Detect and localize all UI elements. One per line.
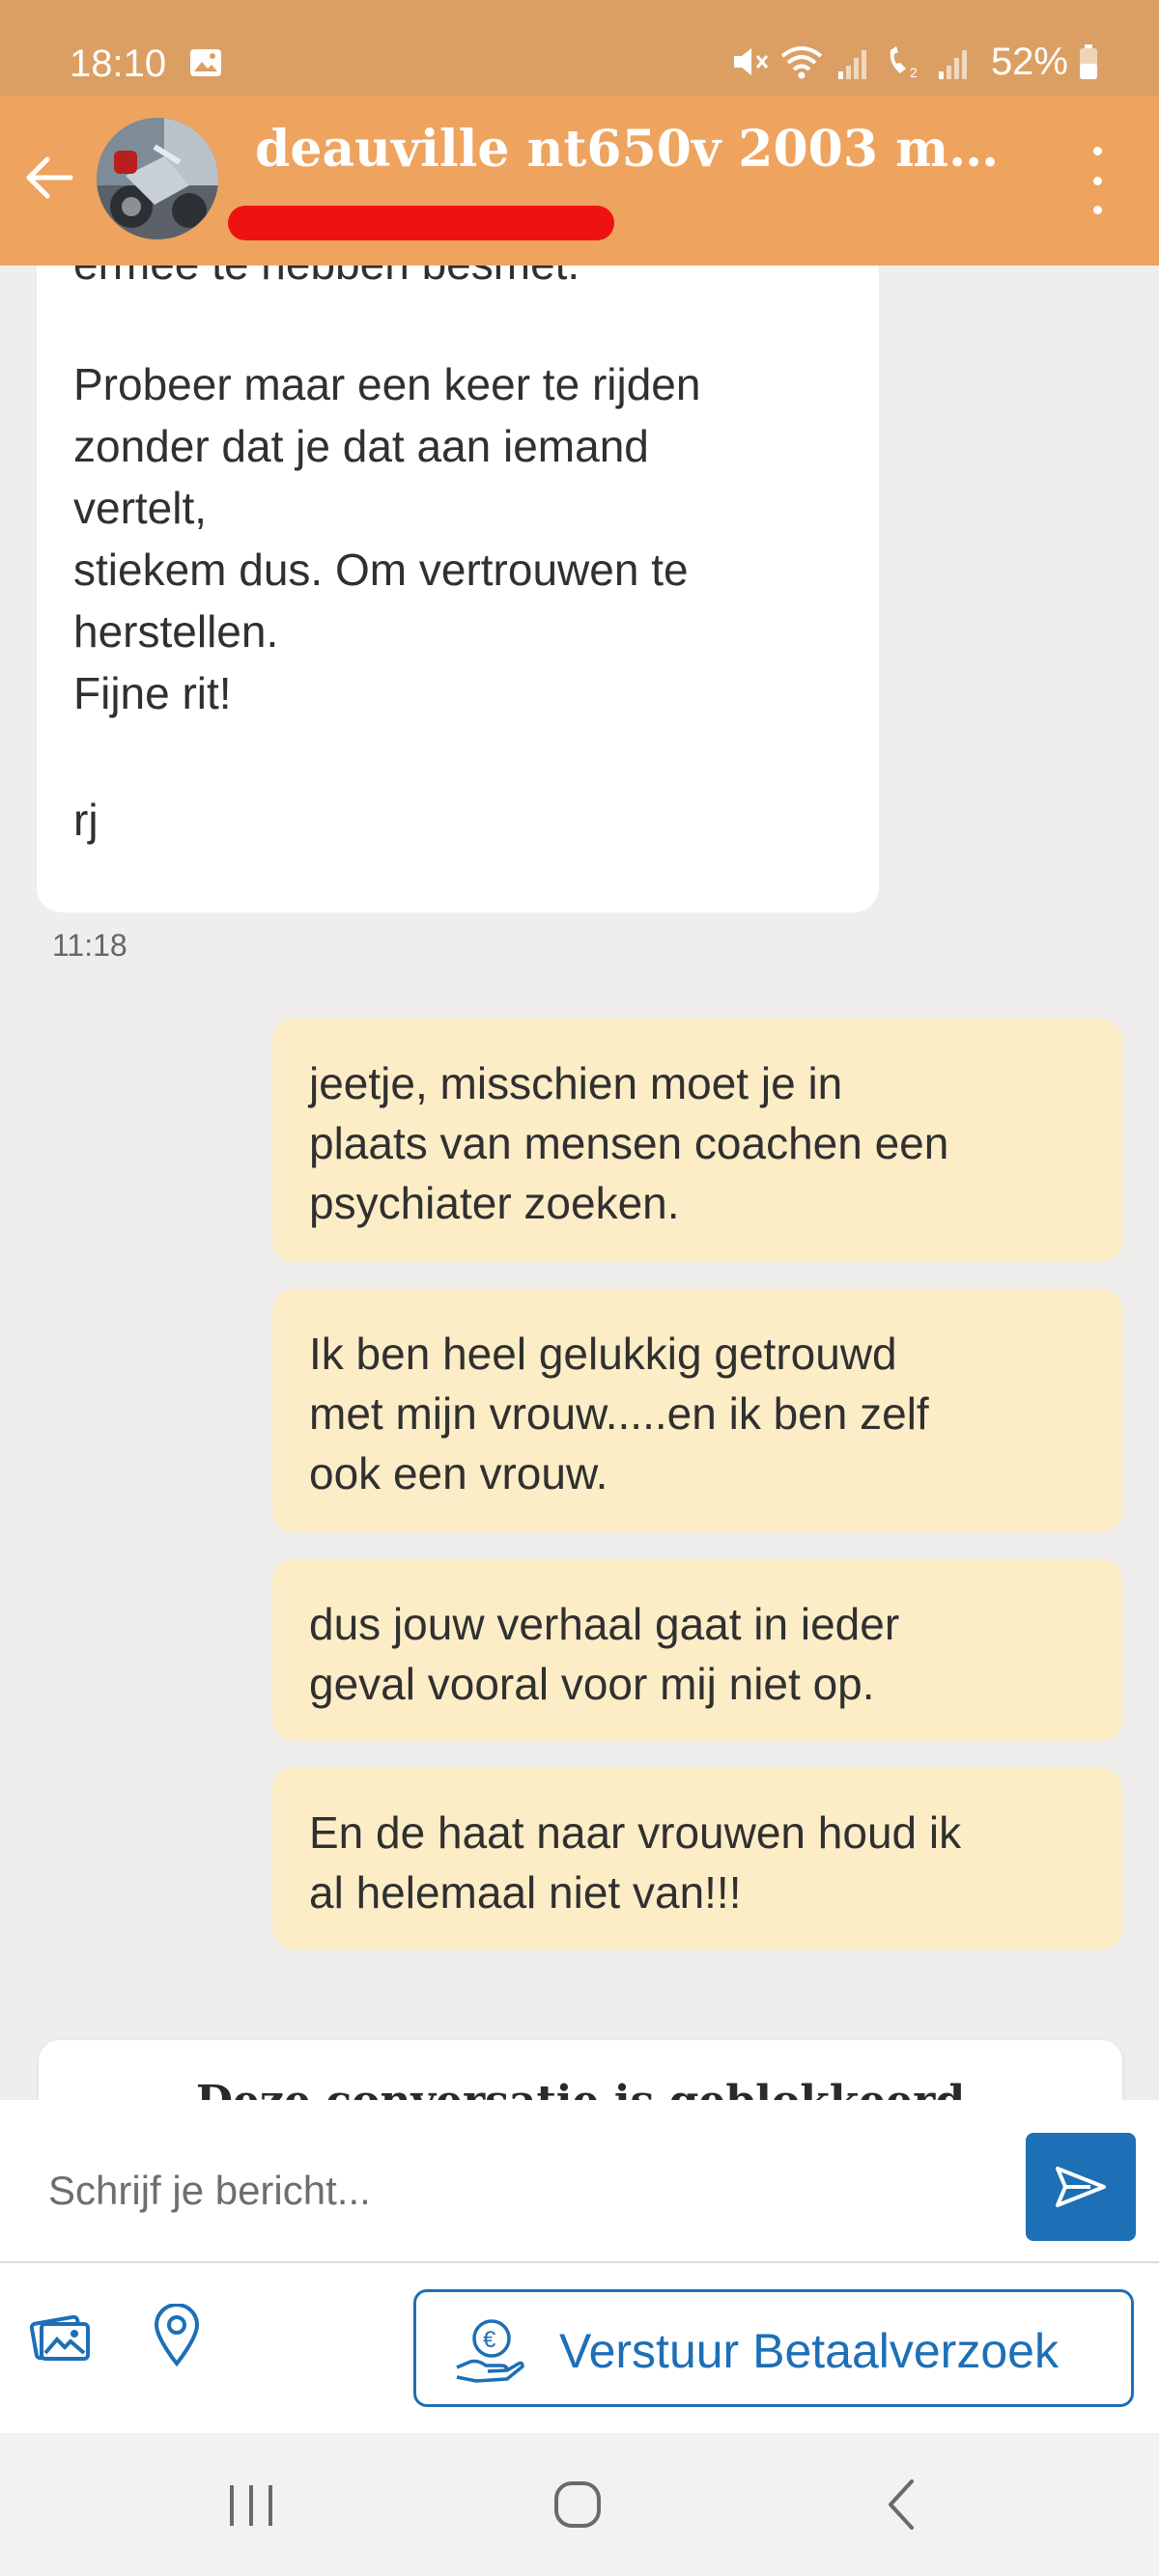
battery-percent: 52% xyxy=(990,40,1068,83)
home-icon[interactable] xyxy=(551,2478,605,2532)
mute-icon xyxy=(733,48,769,75)
svg-text:€: € xyxy=(483,2327,496,2353)
share-location-button[interactable] xyxy=(145,2297,209,2374)
send-button[interactable] xyxy=(1026,2133,1136,2241)
gallery-notification-icon xyxy=(190,49,221,76)
location-pin-icon xyxy=(154,2304,200,2367)
battery-icon xyxy=(1080,44,1097,79)
divider xyxy=(0,2261,1159,2263)
back-arrow-icon xyxy=(26,156,73,199)
wifi-call-icon: 2 xyxy=(890,46,918,80)
outgoing-message-text: En de haat naar vrouwen houd ik al helem… xyxy=(309,1807,962,1918)
payment-request-button[interactable]: € Verstuur Betaalverzoek xyxy=(413,2289,1134,2407)
nav-back-icon[interactable] xyxy=(881,2476,919,2534)
message-input[interactable]: Schrijf je bericht... xyxy=(48,2168,371,2214)
svg-text:2: 2 xyxy=(910,65,918,80)
incoming-message-top-line: ermee te hebben besmet. xyxy=(73,266,580,294)
status-bar: 18:10 2 52% xyxy=(0,0,1159,97)
signal-icon-2 xyxy=(938,50,967,79)
back-button[interactable] xyxy=(15,139,83,216)
incoming-message: ermee te hebben besmet. Probeer maar een… xyxy=(37,266,879,912)
blocked-notice-text: Deze conversatie is geblokkeerd xyxy=(196,2077,965,2100)
outgoing-message: dus jouw verhaal gaat in ieder geval voo… xyxy=(272,1559,1122,1741)
outgoing-message: En de haat naar vrouwen houd ik al helem… xyxy=(272,1768,1122,1949)
outgoing-message: jeetje, misschien moet je in plaats van … xyxy=(272,1019,1122,1262)
incoming-message-signature: rj xyxy=(73,795,99,845)
status-time: 18:10 xyxy=(70,42,167,85)
system-nav-bar xyxy=(0,2433,1159,2576)
payment-request-label: Verstuur Betaalverzoek xyxy=(559,2324,1059,2378)
incoming-message-body: Probeer maar een keer te rijden zonder d… xyxy=(73,359,701,718)
outgoing-message-text: jeetje, misschien moet je in plaats van … xyxy=(309,1058,949,1228)
composer: Schrijf je bericht... € Verstuur Betaalv… xyxy=(0,2100,1159,2433)
motorcycle-photo xyxy=(97,118,218,239)
blocked-notice: Deze conversatie is geblokkeerd xyxy=(39,2040,1122,2100)
conversation-title[interactable]: deauville nt650v 2003 mo... xyxy=(255,120,1008,179)
chat-header: deauville nt650v 2003 mo... xyxy=(0,97,1159,266)
add-photo-button[interactable] xyxy=(27,2303,95,2370)
message-timestamp: 11:18 xyxy=(52,928,127,963)
outgoing-message-text: dus jouw verhaal gaat in ieder geval voo… xyxy=(309,1599,900,1709)
outgoing-message-text: Ik ben heel gelukkig getrouwd met mijn v… xyxy=(309,1329,929,1498)
redaction-mark xyxy=(228,206,614,240)
photos-icon xyxy=(30,2314,90,2361)
more-vert-icon[interactable] xyxy=(1086,147,1109,214)
message-list[interactable]: ermee te hebben besmet. Probeer maar een… xyxy=(0,266,1159,2100)
recent-apps-icon[interactable] xyxy=(224,2481,278,2530)
send-icon xyxy=(1056,2167,1106,2207)
avatar[interactable] xyxy=(97,118,218,239)
euro-hand-icon: € xyxy=(456,2319,524,2383)
status-icons: 2 52% xyxy=(730,41,1099,83)
wifi-icon xyxy=(780,46,823,79)
outgoing-message: Ik ben heel gelukkig getrouwd met mijn v… xyxy=(272,1289,1122,1532)
signal-icon xyxy=(837,50,866,79)
